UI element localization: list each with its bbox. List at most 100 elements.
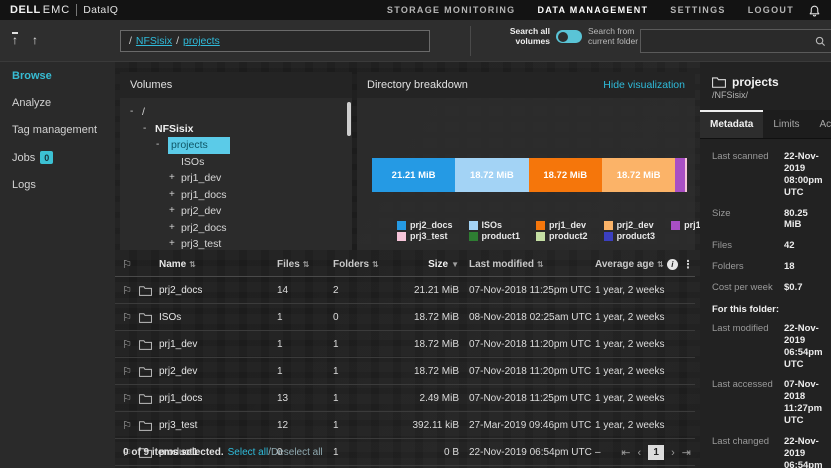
bar-segment[interactable] bbox=[685, 158, 687, 192]
column-header-folders[interactable]: Folders⇅ bbox=[333, 259, 389, 270]
column-header-last-modified[interactable]: Last modified⇅ bbox=[469, 259, 595, 270]
tree-expander[interactable]: + bbox=[169, 220, 181, 237]
row-name[interactable]: prj1_dev bbox=[159, 339, 277, 350]
column-header-name[interactable]: Name⇅ bbox=[159, 259, 277, 270]
bar-segment[interactable]: 21.21 MiB bbox=[372, 158, 455, 192]
volumes-panel-title: Volumes bbox=[130, 79, 172, 91]
column-header-average-age[interactable]: Average age⇅i bbox=[595, 259, 681, 270]
sidebar-item[interactable]: Browse bbox=[0, 62, 115, 89]
row-name[interactable]: prj2_docs bbox=[159, 285, 277, 296]
page-number[interactable]: 1 bbox=[648, 445, 664, 460]
hide-visualization-link[interactable]: Hide visualization bbox=[603, 79, 685, 91]
row-size: 392.11 kiB bbox=[389, 420, 469, 431]
details-tab[interactable]: Metadata bbox=[700, 110, 763, 138]
tree-item[interactable]: - / bbox=[120, 104, 352, 121]
go-to-top-icon[interactable]: ↑ bbox=[12, 31, 18, 49]
table-row[interactable]: ⚐ prj2_docs 14 2 21.21 MiB 07-Nov-2018 1… bbox=[115, 277, 695, 304]
details-tab[interactable]: Limits bbox=[763, 110, 809, 138]
legend-item[interactable]: prj3_test bbox=[397, 231, 453, 241]
notifications-bell-icon[interactable] bbox=[808, 3, 821, 17]
breadcrumb-volume-link[interactable]: NFSisix bbox=[136, 35, 172, 47]
table-row[interactable]: ⚐ ISOs 1 0 18.72 MiB 08-Nov-2018 02:25am… bbox=[115, 304, 695, 331]
details-tab[interactable]: Actions bbox=[809, 110, 831, 138]
sort-desc-icon[interactable]: ▼ bbox=[451, 260, 459, 269]
sidebar-item[interactable]: Logs bbox=[0, 171, 115, 198]
row-name[interactable]: prj1_docs bbox=[159, 393, 277, 404]
sidebar-item[interactable]: Analyze bbox=[0, 89, 115, 116]
tree-expander[interactable]: + bbox=[169, 170, 181, 187]
row-flag-icon[interactable]: ⚐ bbox=[115, 311, 139, 324]
last-page-icon[interactable]: ⇥ bbox=[682, 446, 691, 459]
table-row[interactable]: ⚐ prj3_test 12 1 392.11 kiB 27-Mar-2019 … bbox=[115, 412, 695, 439]
legend-item[interactable]: product1 bbox=[469, 231, 521, 241]
row-name[interactable]: prj2_dev bbox=[159, 366, 277, 377]
row-flag-icon[interactable]: ⚐ bbox=[115, 392, 139, 405]
sort-icon[interactable]: ⇅ bbox=[303, 260, 310, 269]
column-header-size[interactable]: Size▼ bbox=[389, 259, 469, 270]
pagination: ⇤ ‹ 1 › ⇥ bbox=[621, 445, 691, 460]
bar-segment[interactable]: 18.72 MiB bbox=[529, 158, 602, 192]
row-flag-icon[interactable]: ⚐ bbox=[115, 284, 139, 297]
metadata-row: Cost per week $0.7 bbox=[712, 282, 819, 294]
up-one-level-icon[interactable]: ↑ bbox=[32, 31, 38, 49]
sort-icon[interactable]: ⇅ bbox=[189, 260, 196, 269]
legend-item[interactable]: prj2_dev bbox=[604, 220, 656, 230]
table-menu-kebab-icon[interactable]: ⋮ bbox=[681, 258, 695, 271]
row-name[interactable]: prj3_test bbox=[159, 420, 277, 431]
table-row[interactable]: ⚐ prj1_docs 13 1 2.49 MiB 07-Nov-2018 11… bbox=[115, 385, 695, 412]
sidebar-item[interactable]: Jobs 0 bbox=[0, 143, 115, 171]
tree-expander[interactable]: - bbox=[143, 121, 155, 138]
tree-expander[interactable]: - bbox=[130, 104, 142, 121]
volumes-scrollbar[interactable] bbox=[347, 102, 351, 136]
tree-expander[interactable]: + bbox=[169, 236, 181, 250]
row-folders: 0 bbox=[333, 312, 389, 323]
table-row[interactable]: ⚐ prj1_dev 1 1 18.72 MiB 07-Nov-2018 11:… bbox=[115, 331, 695, 358]
flag-column-icon[interactable]: ⚐ bbox=[115, 258, 139, 271]
row-flag-icon[interactable]: ⚐ bbox=[115, 338, 139, 351]
sort-icon[interactable]: ⇅ bbox=[537, 260, 544, 269]
deselect-all-link[interactable]: Deselect all bbox=[271, 447, 323, 458]
search-scope-toggle[interactable] bbox=[556, 30, 582, 43]
row-flag-icon[interactable]: ⚐ bbox=[115, 365, 139, 378]
tree-item[interactable]: + prj2_dev bbox=[120, 203, 352, 220]
bar-segment[interactable]: 18.72 MiB bbox=[602, 158, 675, 192]
tree-item[interactable]: - NFSisix bbox=[120, 121, 352, 138]
sort-icon[interactable]: ⇅ bbox=[372, 260, 379, 269]
tree-item[interactable]: + prj1_dev bbox=[120, 170, 352, 187]
search-input[interactable] bbox=[641, 36, 815, 47]
nav-item[interactable]: DATA MANAGEMENT bbox=[537, 5, 648, 15]
legend-item[interactable]: ISOs bbox=[469, 220, 521, 230]
nav-item[interactable]: LOGOUT bbox=[748, 5, 794, 15]
tree-item[interactable]: + prj2_docs bbox=[120, 220, 352, 237]
tree-item[interactable]: + prj1_docs bbox=[120, 187, 352, 204]
tree-expander[interactable]: + bbox=[169, 187, 181, 204]
tree-item[interactable]: - projects bbox=[120, 137, 352, 154]
legend-item[interactable]: product3 bbox=[604, 231, 656, 241]
legend-item[interactable]: product2 bbox=[536, 231, 588, 241]
bar-segment[interactable]: 18.72 MiB bbox=[455, 158, 528, 192]
next-page-icon[interactable]: › bbox=[671, 447, 675, 459]
column-header-files[interactable]: Files⇅ bbox=[277, 259, 333, 270]
tree-expander[interactable]: - bbox=[156, 137, 168, 154]
legend-item[interactable]: prj2_docs bbox=[397, 220, 453, 230]
bar-segment[interactable] bbox=[675, 158, 685, 192]
first-page-icon[interactable]: ⇤ bbox=[621, 446, 630, 459]
sidebar-item[interactable]: Tag management bbox=[0, 116, 115, 143]
nav-item[interactable]: SETTINGS bbox=[670, 5, 725, 15]
breadcrumb-folder-link[interactable]: projects bbox=[183, 35, 220, 47]
tree-item[interactable]: ISOs bbox=[120, 154, 352, 171]
legend-item[interactable]: prj1_docs bbox=[671, 220, 700, 230]
legend-item[interactable]: prj1_dev bbox=[536, 220, 588, 230]
search-all-volumes-label: Search all volumes bbox=[498, 27, 550, 47]
search-icon[interactable] bbox=[815, 36, 826, 47]
tree-expander[interactable]: + bbox=[169, 203, 181, 220]
select-all-link[interactable]: Select all bbox=[228, 447, 269, 458]
sort-icon[interactable]: ⇅ bbox=[657, 260, 664, 269]
info-icon[interactable]: i bbox=[667, 259, 678, 270]
table-row[interactable]: ⚐ prj2_dev 1 1 18.72 MiB 07-Nov-2018 11:… bbox=[115, 358, 695, 385]
row-name[interactable]: ISOs bbox=[159, 312, 277, 323]
tree-item[interactable]: + prj3_test bbox=[120, 236, 352, 250]
previous-page-icon[interactable]: ‹ bbox=[637, 447, 641, 459]
row-flag-icon[interactable]: ⚐ bbox=[115, 419, 139, 432]
nav-item[interactable]: STORAGE MONITORING bbox=[387, 5, 516, 15]
